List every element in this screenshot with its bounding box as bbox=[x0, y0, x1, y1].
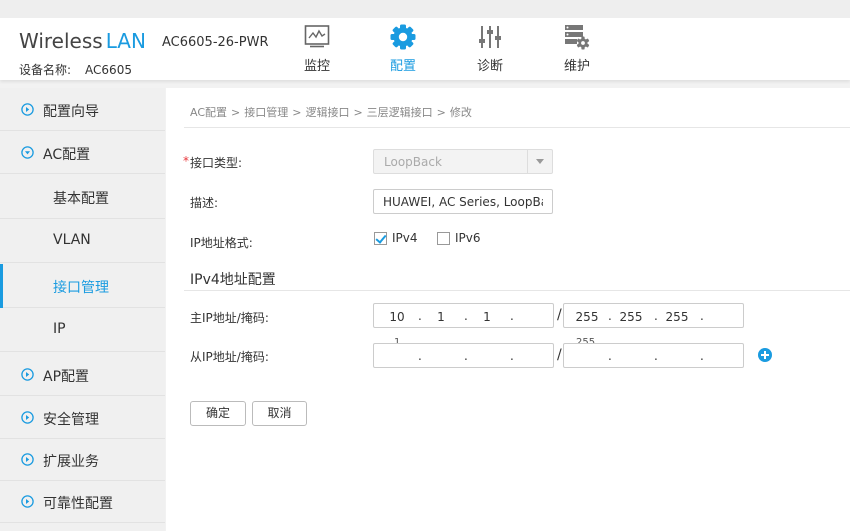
primary-mask-input[interactable]: 255 . 255 . 255 . bbox=[563, 303, 744, 328]
sidebar-item-ip[interactable]: IP bbox=[0, 308, 165, 352]
ipv6-label: IPv6 bbox=[455, 231, 481, 245]
breadcrumb: AC配置 > 接口管理 > 逻辑接口 > 三层逻辑接口 > 修改 bbox=[190, 106, 472, 119]
sidebar-item-label: 配置向导 bbox=[43, 104, 99, 120]
nav-config[interactable]: 配置 bbox=[373, 18, 433, 80]
ok-button[interactable]: 确定 bbox=[190, 401, 246, 426]
sidebar-item-label: AP配置 bbox=[43, 369, 90, 385]
nav-label: 维护 bbox=[563, 59, 590, 74]
chevron-right-circle-icon bbox=[21, 103, 34, 116]
sidebar-item-label: AC配置 bbox=[43, 147, 91, 163]
nav-monitor[interactable]: 监控 bbox=[287, 18, 347, 80]
chevron-down-icon bbox=[527, 150, 552, 173]
add-ip-plus-icon[interactable] bbox=[758, 348, 772, 362]
sidebar-item-label: IP bbox=[53, 321, 66, 337]
breadcrumb-item-current: 修改 bbox=[449, 106, 472, 119]
primary-ip-input[interactable]: 10 . 1 . 1 . bbox=[373, 303, 554, 328]
sidebar-item-label: 安全管理 bbox=[43, 412, 99, 428]
sidebar-item-label: 基本配置 bbox=[53, 191, 109, 207]
divider bbox=[184, 127, 850, 128]
secondary-ip-input[interactable]: . . . bbox=[373, 343, 554, 368]
maintenance-icon bbox=[565, 25, 590, 50]
sidebar-item-reliability[interactable]: 可靠性配置 bbox=[0, 480, 165, 523]
nav-maintain[interactable]: 维护 bbox=[547, 18, 607, 80]
chevron-right-circle-icon bbox=[21, 368, 34, 381]
sliders-icon bbox=[479, 26, 501, 48]
sidebar-item-label: 可靠性配置 bbox=[43, 496, 113, 512]
gear-icon bbox=[390, 24, 416, 50]
main-content: AC配置 > 接口管理 > 逻辑接口 > 三层逻辑接口 > 修改 * 接口类型: LoopBack… bbox=[166, 88, 850, 531]
divider bbox=[184, 290, 850, 291]
nav-diagnose[interactable]: 诊断 bbox=[460, 18, 520, 80]
breadcrumb-item[interactable]: 接口管理 bbox=[244, 106, 288, 119]
breadcrumb-item[interactable]: 逻辑接口 bbox=[305, 106, 349, 119]
app-header: Wireless LAN AC6605-26-PWR 设备名称: AC6605 监控… bbox=[0, 18, 850, 80]
interface-type-label: * 接口类型: bbox=[183, 154, 243, 170]
interface-type-select[interactable]: LoopBack bbox=[373, 149, 553, 174]
device-model: AC6605-26-PWR bbox=[162, 35, 269, 50]
sidebar-item-config-wizard[interactable]: 配置向导 bbox=[0, 88, 165, 131]
top-strip bbox=[0, 0, 850, 18]
chevron-right-circle-icon bbox=[21, 495, 34, 508]
description-input[interactable] bbox=[373, 189, 553, 214]
sidebar-item-security[interactable]: 安全管理 bbox=[0, 396, 165, 439]
sidebar-item-label: 接口管理 bbox=[53, 280, 109, 296]
ipv4-checkbox[interactable] bbox=[374, 232, 387, 245]
brand-logo: Wireless LAN bbox=[19, 29, 146, 53]
ip-format-label: IP地址格式: bbox=[190, 236, 253, 250]
secondary-mask-input[interactable]: . . . bbox=[563, 343, 744, 368]
sidebar-item-ap-config[interactable]: AP配置 bbox=[0, 353, 165, 396]
chevron-right-circle-icon bbox=[21, 411, 34, 424]
nav-label: 诊断 bbox=[476, 59, 503, 74]
mask-octet: 255 bbox=[575, 310, 599, 324]
primary-ip-label: 主IP地址/掩码: bbox=[190, 311, 269, 325]
sidebar-item-extended[interactable]: 扩展业务 bbox=[0, 438, 165, 481]
ip-octet: 1 bbox=[483, 310, 491, 324]
sidebar-item-ac-config[interactable]: AC配置 bbox=[0, 131, 165, 174]
chevron-right-circle-icon bbox=[21, 453, 34, 466]
breadcrumb-item[interactable]: AC配置 bbox=[190, 106, 227, 119]
interface-type-value: LoopBack bbox=[384, 155, 442, 169]
chevron-down-circle-icon bbox=[21, 146, 34, 159]
monitor-icon bbox=[304, 25, 330, 48]
sidebar-item-label: 扩展业务 bbox=[43, 454, 99, 470]
ipv4-label: IPv4 bbox=[392, 231, 418, 245]
ipv6-checkbox[interactable] bbox=[437, 232, 450, 245]
sidebar: 配置向导 AC配置 基本配置 VLAN 接口管理 IP AP配置 安全管理 扩展… bbox=[0, 88, 165, 531]
mask-octet: 255 bbox=[665, 310, 689, 324]
ip-octet: 10 bbox=[389, 310, 405, 324]
nav-label: 监控 bbox=[303, 59, 330, 74]
sidebar-item-label: VLAN bbox=[53, 232, 91, 248]
device-name: 设备名称: AC6605 bbox=[19, 63, 132, 77]
slash-separator: / bbox=[557, 307, 562, 323]
description-label: 描述: bbox=[190, 196, 219, 210]
sidebar-item-interface-mgmt[interactable]: 接口管理 bbox=[0, 264, 165, 308]
slash-separator: / bbox=[557, 347, 562, 363]
ip-octet: 1 bbox=[437, 310, 445, 324]
cancel-button[interactable]: 取消 bbox=[252, 401, 307, 426]
sidebar-item-basic-config[interactable]: 基本配置 bbox=[0, 175, 165, 219]
required-mark: * bbox=[183, 154, 189, 168]
section-title: IPv4地址配置 bbox=[190, 272, 276, 288]
nav-label: 配置 bbox=[389, 59, 416, 74]
sidebar-item-vlan[interactable]: VLAN bbox=[0, 219, 165, 263]
secondary-ip-label: 从IP地址/掩码: bbox=[190, 350, 269, 364]
mask-octet: 255 bbox=[619, 310, 643, 324]
breadcrumb-item[interactable]: 三层逻辑接口 bbox=[367, 106, 433, 119]
